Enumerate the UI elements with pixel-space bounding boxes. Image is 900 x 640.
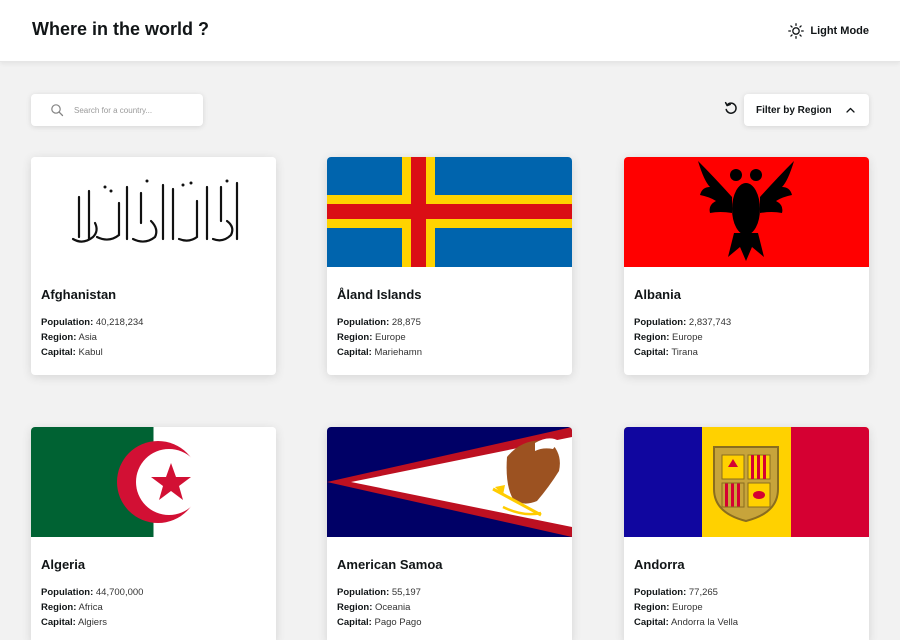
region-filter-label: Filter by Region xyxy=(756,104,832,116)
capital-value: Tirana xyxy=(671,347,698,358)
population-value: 2,837,743 xyxy=(688,317,732,328)
flag-albania xyxy=(624,157,869,267)
country-info: Population: 2,837,743 Region: Europe Cap… xyxy=(634,317,732,358)
country-name: American Samoa xyxy=(337,557,443,572)
capital-value: Kabul xyxy=(78,347,103,358)
app-header: Where in the world ? Light Mode xyxy=(0,0,900,62)
country-info: Population: 77,265 Region: Europe Capita… xyxy=(634,587,739,628)
country-card-albania[interactable]: Albania Population: 2,837,743 Region: Eu… xyxy=(624,157,869,375)
chevron-up-icon xyxy=(846,107,855,113)
capital-value: Algiers xyxy=(77,617,108,628)
population-value: 28,875 xyxy=(391,317,421,328)
flag-aland-islands xyxy=(327,157,572,267)
country-info: Population: 55,197 Region: Oceania Capit… xyxy=(337,587,422,628)
theme-toggle-label: Light Mode xyxy=(810,25,869,37)
country-name: Åland Islands xyxy=(337,287,422,302)
region-filter-dropdown[interactable]: Filter by Region xyxy=(744,94,869,126)
country-name: Albania xyxy=(634,287,681,302)
flag-afghanistan xyxy=(31,157,276,267)
country-info: Population: 28,875 Region: Europe Capita… xyxy=(337,317,423,358)
region-value: Asia xyxy=(78,332,97,343)
population-value: 44,700,000 xyxy=(95,587,144,598)
country-name: Afghanistan xyxy=(41,287,117,302)
page-title: Where in the world ? xyxy=(32,19,210,39)
flag-algeria xyxy=(31,427,276,537)
region-value: Europe xyxy=(375,332,406,343)
population-value: 40,218,234 xyxy=(95,317,144,328)
capital-value: Mariehamn xyxy=(374,347,423,358)
country-info: Population: 44,700,000 Region: Africa Ca… xyxy=(41,587,144,628)
flag-american-samoa xyxy=(327,427,572,537)
search-box xyxy=(31,94,203,126)
country-card-algeria[interactable]: Algeria Population: 44,700,000 Region: A… xyxy=(31,427,276,640)
region-value: Africa xyxy=(78,602,103,613)
sun-icon xyxy=(788,23,805,39)
country-name: Algeria xyxy=(41,557,86,572)
search-icon xyxy=(51,104,64,117)
region-value: Europe xyxy=(672,602,703,613)
capital-value: Andorra la Vella xyxy=(670,617,739,628)
country-info: Population: 40,218,234 Region: Asia Capi… xyxy=(41,317,144,358)
country-card-aland-islands[interactable]: Åland Islands Population: 28,875 Region:… xyxy=(327,157,572,375)
capital-value: Pago Pago xyxy=(374,617,422,628)
search-input[interactable] xyxy=(74,105,184,115)
region-value: Oceania xyxy=(375,602,411,613)
flag-andorra xyxy=(624,427,869,537)
country-card-american-samoa[interactable]: American Samoa Population: 55,197 Region… xyxy=(327,427,572,640)
country-card-andorra[interactable]: Andorra Population: 77,265 Region: Europ… xyxy=(624,427,869,640)
country-card-afghanistan[interactable]: Afghanistan Population: 40,218,234 Regio… xyxy=(31,157,276,375)
population-value: 77,265 xyxy=(688,587,718,598)
population-value: 55,197 xyxy=(391,587,421,598)
region-value: Europe xyxy=(672,332,703,343)
country-name: Andorra xyxy=(634,557,685,572)
theme-toggle-button[interactable]: Light Mode xyxy=(788,21,869,41)
reset-icon[interactable] xyxy=(724,101,738,115)
